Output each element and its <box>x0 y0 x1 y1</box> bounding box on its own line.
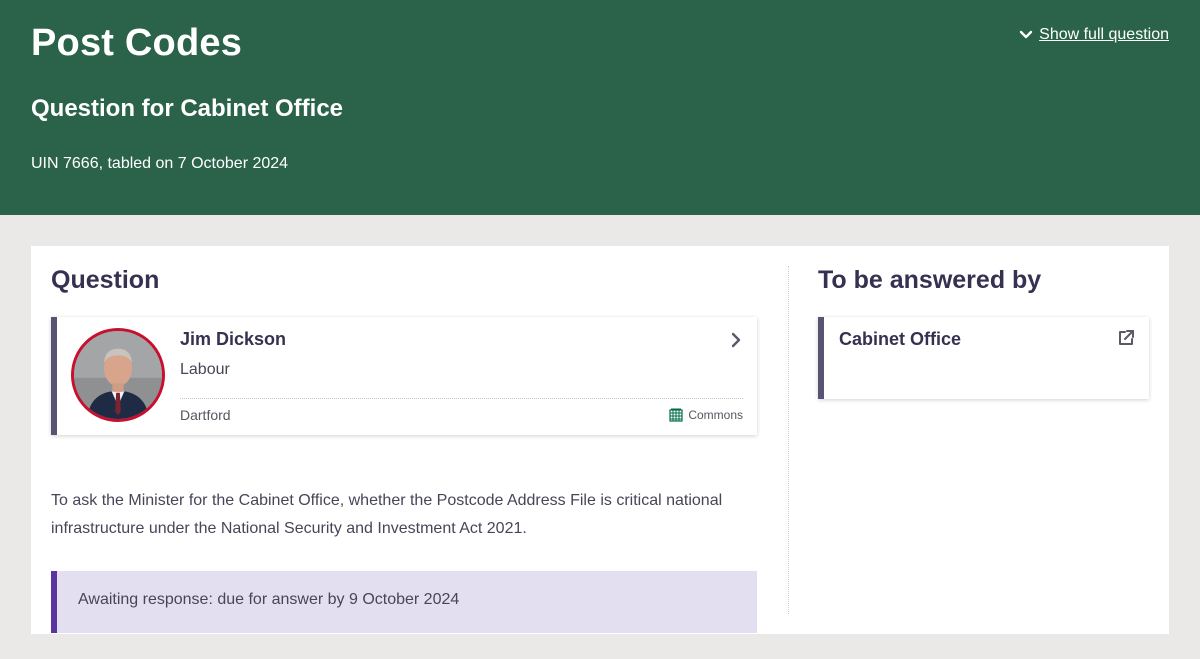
chevron-down-icon <box>1019 30 1033 39</box>
question-card: Question Jim Dickson Labour Dartford Com… <box>31 246 1169 634</box>
show-full-question-label: Show full question <box>1039 26 1169 43</box>
page-title: Post Codes <box>31 22 243 64</box>
department-name: Cabinet Office <box>839 329 962 349</box>
page-subtitle: Question for Cabinet Office <box>31 95 344 122</box>
avatar <box>71 328 165 422</box>
member-card-divider <box>180 398 743 399</box>
member-house-label: Commons <box>688 408 743 422</box>
member-name: Jim Dickson <box>180 329 287 349</box>
department-card[interactable]: Cabinet Office <box>818 317 1149 399</box>
member-house: Commons <box>669 408 743 422</box>
question-meta: UIN 7666, tabled on 7 October 2024 <box>31 155 289 172</box>
column-divider <box>788 266 789 614</box>
answered-by-heading: To be answered by <box>818 266 1042 294</box>
page-header: Post Codes Question for Cabinet Office U… <box>0 0 1200 215</box>
external-link-icon <box>1119 330 1134 345</box>
status-banner: Awaiting response: due for answer by 9 O… <box>51 571 757 633</box>
question-text: To ask the Minister for the Cabinet Offi… <box>51 492 723 537</box>
question-section: Question Jim Dickson Labour Dartford Com… <box>51 266 757 633</box>
answered-by-section: To be answered by Cabinet Office <box>818 266 1149 399</box>
portcullis-icon <box>669 408 683 422</box>
member-party: Labour <box>180 361 230 378</box>
member-card[interactable]: Jim Dickson Labour Dartford Commons <box>51 317 757 435</box>
status-text: Awaiting response: due for answer by 9 O… <box>78 591 460 608</box>
member-portrait <box>74 331 162 419</box>
chevron-right-icon <box>731 332 741 348</box>
member-constituency: Dartford <box>180 407 231 423</box>
question-heading: Question <box>51 266 160 294</box>
show-full-question-link[interactable]: Show full question <box>1019 26 1169 44</box>
